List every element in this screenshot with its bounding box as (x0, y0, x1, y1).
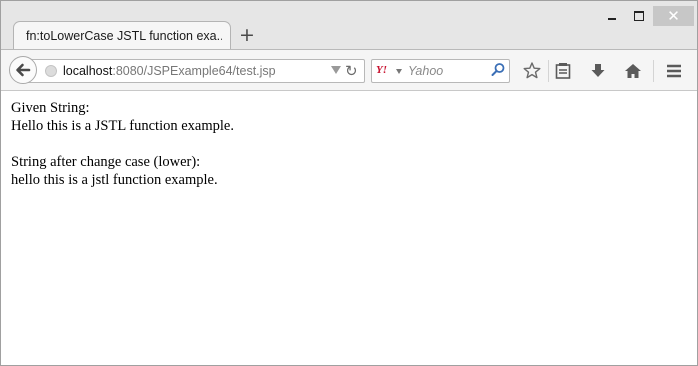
address-bar[interactable]: localhost:8080/JSPExample64/test.jsp ↻ (23, 59, 365, 83)
tab-title: fn:toLowerCase JSTL function exa... (26, 29, 222, 43)
given-string-value: Hello this is a JSTL function example. (11, 118, 234, 134)
search-bar[interactable]: Y! Yahoo (371, 59, 510, 83)
navigation-toolbar: localhost:8080/JSPExample64/test.jsp ↻ Y… (1, 49, 697, 91)
toolbar-separator (548, 60, 549, 82)
tab-active[interactable]: fn:toLowerCase JSTL function exa... (13, 21, 231, 50)
new-tab-button[interactable]: + (237, 25, 257, 45)
reload-icon[interactable]: ↻ (345, 62, 358, 80)
globe-icon (45, 65, 57, 77)
lowercase-result-label: String after change case (lower): (11, 154, 201, 170)
back-arrow-icon (16, 63, 31, 77)
minimize-icon (608, 18, 616, 20)
menu-icon[interactable] (662, 59, 686, 83)
download-icon[interactable] (586, 59, 610, 83)
toolbar-separator (653, 60, 654, 82)
maximize-button[interactable] (628, 5, 650, 27)
page-content: Given String: Hello this is a JSTL funct… (1, 91, 697, 365)
address-text: localhost:8080/JSPExample64/test.jsp (63, 64, 276, 78)
maximize-icon (634, 11, 644, 21)
url-host: localhost (63, 64, 113, 78)
history-dropdown-icon[interactable] (331, 66, 341, 74)
tab-strip: fn:toLowerCase JSTL function exa... + ✕ (1, 1, 697, 50)
url-path: :8080/JSPExample64/test.jsp (112, 64, 276, 78)
search-input[interactable]: Yahoo (408, 64, 443, 78)
bookmark-star-icon[interactable] (520, 59, 544, 83)
yahoo-logo-icon[interactable]: Y! (376, 64, 387, 76)
search-engine-dropdown-icon[interactable] (396, 69, 402, 74)
given-string-label: Given String: (11, 100, 90, 116)
search-icon[interactable] (490, 62, 506, 78)
back-button[interactable] (9, 56, 37, 84)
browser-window: fn:toLowerCase JSTL function exa... + ✕ … (0, 0, 698, 366)
minimize-button[interactable] (601, 5, 623, 27)
lowercase-result-value: hello this is a jstl function example. (11, 172, 218, 188)
reading-list-icon[interactable] (551, 59, 575, 83)
home-icon[interactable] (621, 59, 645, 83)
close-button[interactable]: ✕ (653, 6, 694, 26)
